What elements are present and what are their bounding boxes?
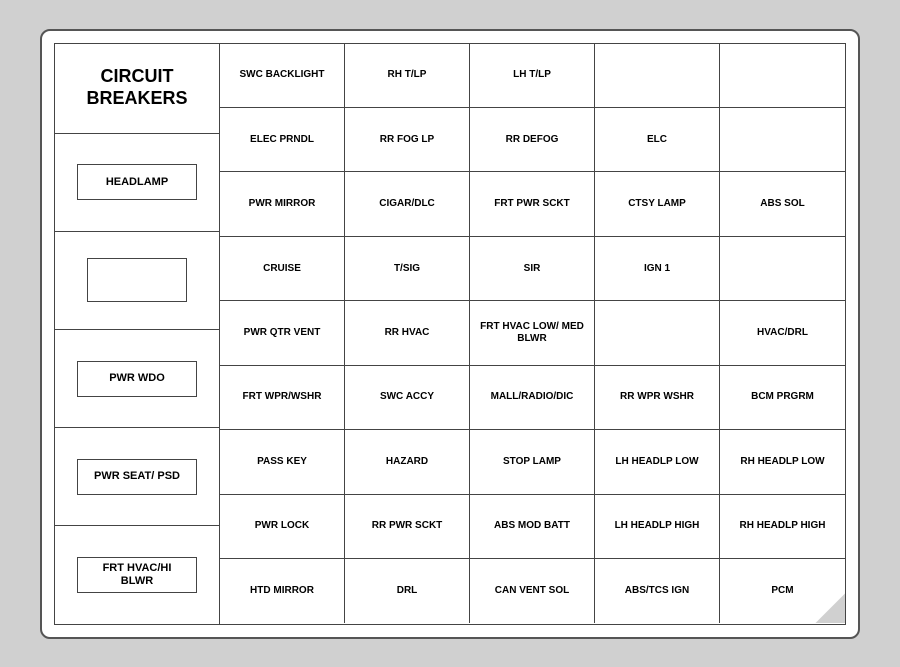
grid-cell-r6-c4: RH HEADLP LOW [720,430,845,494]
left-fuse-cell-empty [55,232,219,330]
grid-cell-r1-c1: RR FOG LP [345,108,470,172]
grid-cell-r6-c0: PASS KEY [220,430,345,494]
grid-cell-r7-c0: PWR LOCK [220,495,345,559]
left-fuse-cell-pwrwdo: PWR WDO [55,330,219,428]
grid-cell-r0-c3 [595,44,720,108]
grid-cell-r7-c1: RR PWR SCKT [345,495,470,559]
grid-cell-r3-c0: CRUISE [220,237,345,301]
grid-cell-r1-c4 [720,108,845,172]
grid-cell-r0-c2: LH T/LP [470,44,595,108]
grid-cell-r4-c3 [595,301,720,365]
pwrseat-fuse-box: PWR SEAT/ PSD [77,459,197,495]
main-layout: CIRCUIT BREAKERS HEADLAMP PWR WDO PWR SE… [54,43,846,625]
headlamp-fuse-box: HEADLAMP [77,164,197,200]
grid-cell-r2-c4: ABS SOL [720,172,845,236]
grid-cell-r0-c0: SWC BACKLIGHT [220,44,345,108]
grid-cell-r5-c3: RR WPR WSHR [595,366,720,430]
frthvac-fuse-box: FRT HVAC/HI BLWR [77,557,197,593]
circuit-breakers-title: CIRCUIT BREAKERS [55,44,219,134]
empty-fuse-box [87,258,187,302]
grid-cell-r5-c4: BCM PRGRM [720,366,845,430]
grid-cell-r5-c2: MALL/RADIO/DIC [470,366,595,430]
grid-cell-r0-c1: RH T/LP [345,44,470,108]
grid-cell-r3-c1: T/SIG [345,237,470,301]
left-fuse-cell-frthvac: FRT HVAC/HI BLWR [55,526,219,623]
right-grid: SWC BACKLIGHTRH T/LPLH T/LPELEC PRNDLRR … [219,43,846,625]
grid-cell-r1-c3: ELC [595,108,720,172]
grid-cell-r7-c3: LH HEADLP HIGH [595,495,720,559]
grid-cell-r4-c0: PWR QTR VENT [220,301,345,365]
grid-cell-r5-c0: FRT WPR/WSHR [220,366,345,430]
grid-cell-r7-c2: ABS MOD BATT [470,495,595,559]
grid-cell-r8-c1: DRL [345,559,470,623]
grid-cell-r4-c4: HVAC/DRL [720,301,845,365]
grid-cell-r5-c1: SWC ACCY [345,366,470,430]
grid-cell-r4-c1: RR HVAC [345,301,470,365]
grid-cell-r6-c1: HAZARD [345,430,470,494]
grid-cell-r1-c0: ELEC PRNDL [220,108,345,172]
grid-cell-r2-c1: CIGAR/DLC [345,172,470,236]
diagram-container: CIRCUIT BREAKERS HEADLAMP PWR WDO PWR SE… [40,29,860,639]
grid-cell-r6-c2: STOP LAMP [470,430,595,494]
grid-cell-r0-c4 [720,44,845,108]
left-panel: CIRCUIT BREAKERS HEADLAMP PWR WDO PWR SE… [54,43,219,625]
grid-cell-r8-c3: ABS/TCS IGN [595,559,720,623]
grid-cell-r2-c0: PWR MIRROR [220,172,345,236]
left-fuse-cell-headlamp: HEADLAMP [55,134,219,232]
grid-cell-r4-c2: FRT HVAC LOW/ MED BLWR [470,301,595,365]
pwrwdo-fuse-box: PWR WDO [77,361,197,397]
grid-cell-r8-c2: CAN VENT SOL [470,559,595,623]
left-fuse-cell-pwrseat: PWR SEAT/ PSD [55,428,219,526]
grid-cell-r3-c3: IGN 1 [595,237,720,301]
grid-cell-r2-c3: CTSY LAMP [595,172,720,236]
grid-cell-r8-c0: HTD MIRROR [220,559,345,623]
grid-cell-r2-c2: FRT PWR SCKT [470,172,595,236]
grid-cell-r3-c2: SIR [470,237,595,301]
left-fuse-items: HEADLAMP PWR WDO PWR SEAT/ PSD FRT HVAC/… [55,134,219,624]
grid-cell-r1-c2: RR DEFOG [470,108,595,172]
grid-cell-r7-c4: RH HEADLP HIGH [720,495,845,559]
grid-cell-r6-c3: LH HEADLP LOW [595,430,720,494]
grid-cell-r3-c4 [720,237,845,301]
grid-cell-r8-c4: PCM [720,559,845,623]
